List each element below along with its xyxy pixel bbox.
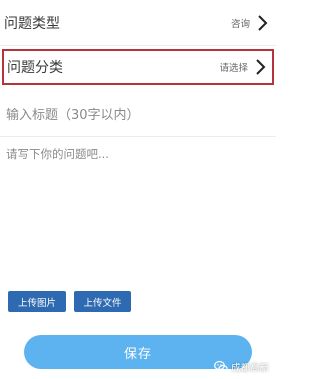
question-category-label: 问题分类	[7, 60, 63, 76]
watermark: 成都高新	[214, 359, 269, 375]
question-body-input[interactable]	[6, 146, 268, 276]
question-category-row[interactable]: 问题分类 请选择	[2, 49, 274, 85]
title-input[interactable]	[6, 102, 268, 128]
question-type-row[interactable]: 问题类型 咨询	[0, 0, 276, 46]
upload-image-button[interactable]: 上传图片	[8, 291, 66, 312]
wechat-icon	[214, 360, 228, 373]
question-type-label: 问题类型	[4, 15, 60, 32]
chevron-right-icon	[258, 14, 268, 31]
question-type-value: 咨询	[230, 18, 250, 30]
question-category-value: 请选择	[219, 63, 248, 74]
watermark-text: 成都高新	[231, 363, 270, 374]
upload-file-button[interactable]: 上传文件	[74, 291, 131, 312]
chevron-right-icon	[256, 59, 266, 75]
divider	[0, 136, 276, 137]
